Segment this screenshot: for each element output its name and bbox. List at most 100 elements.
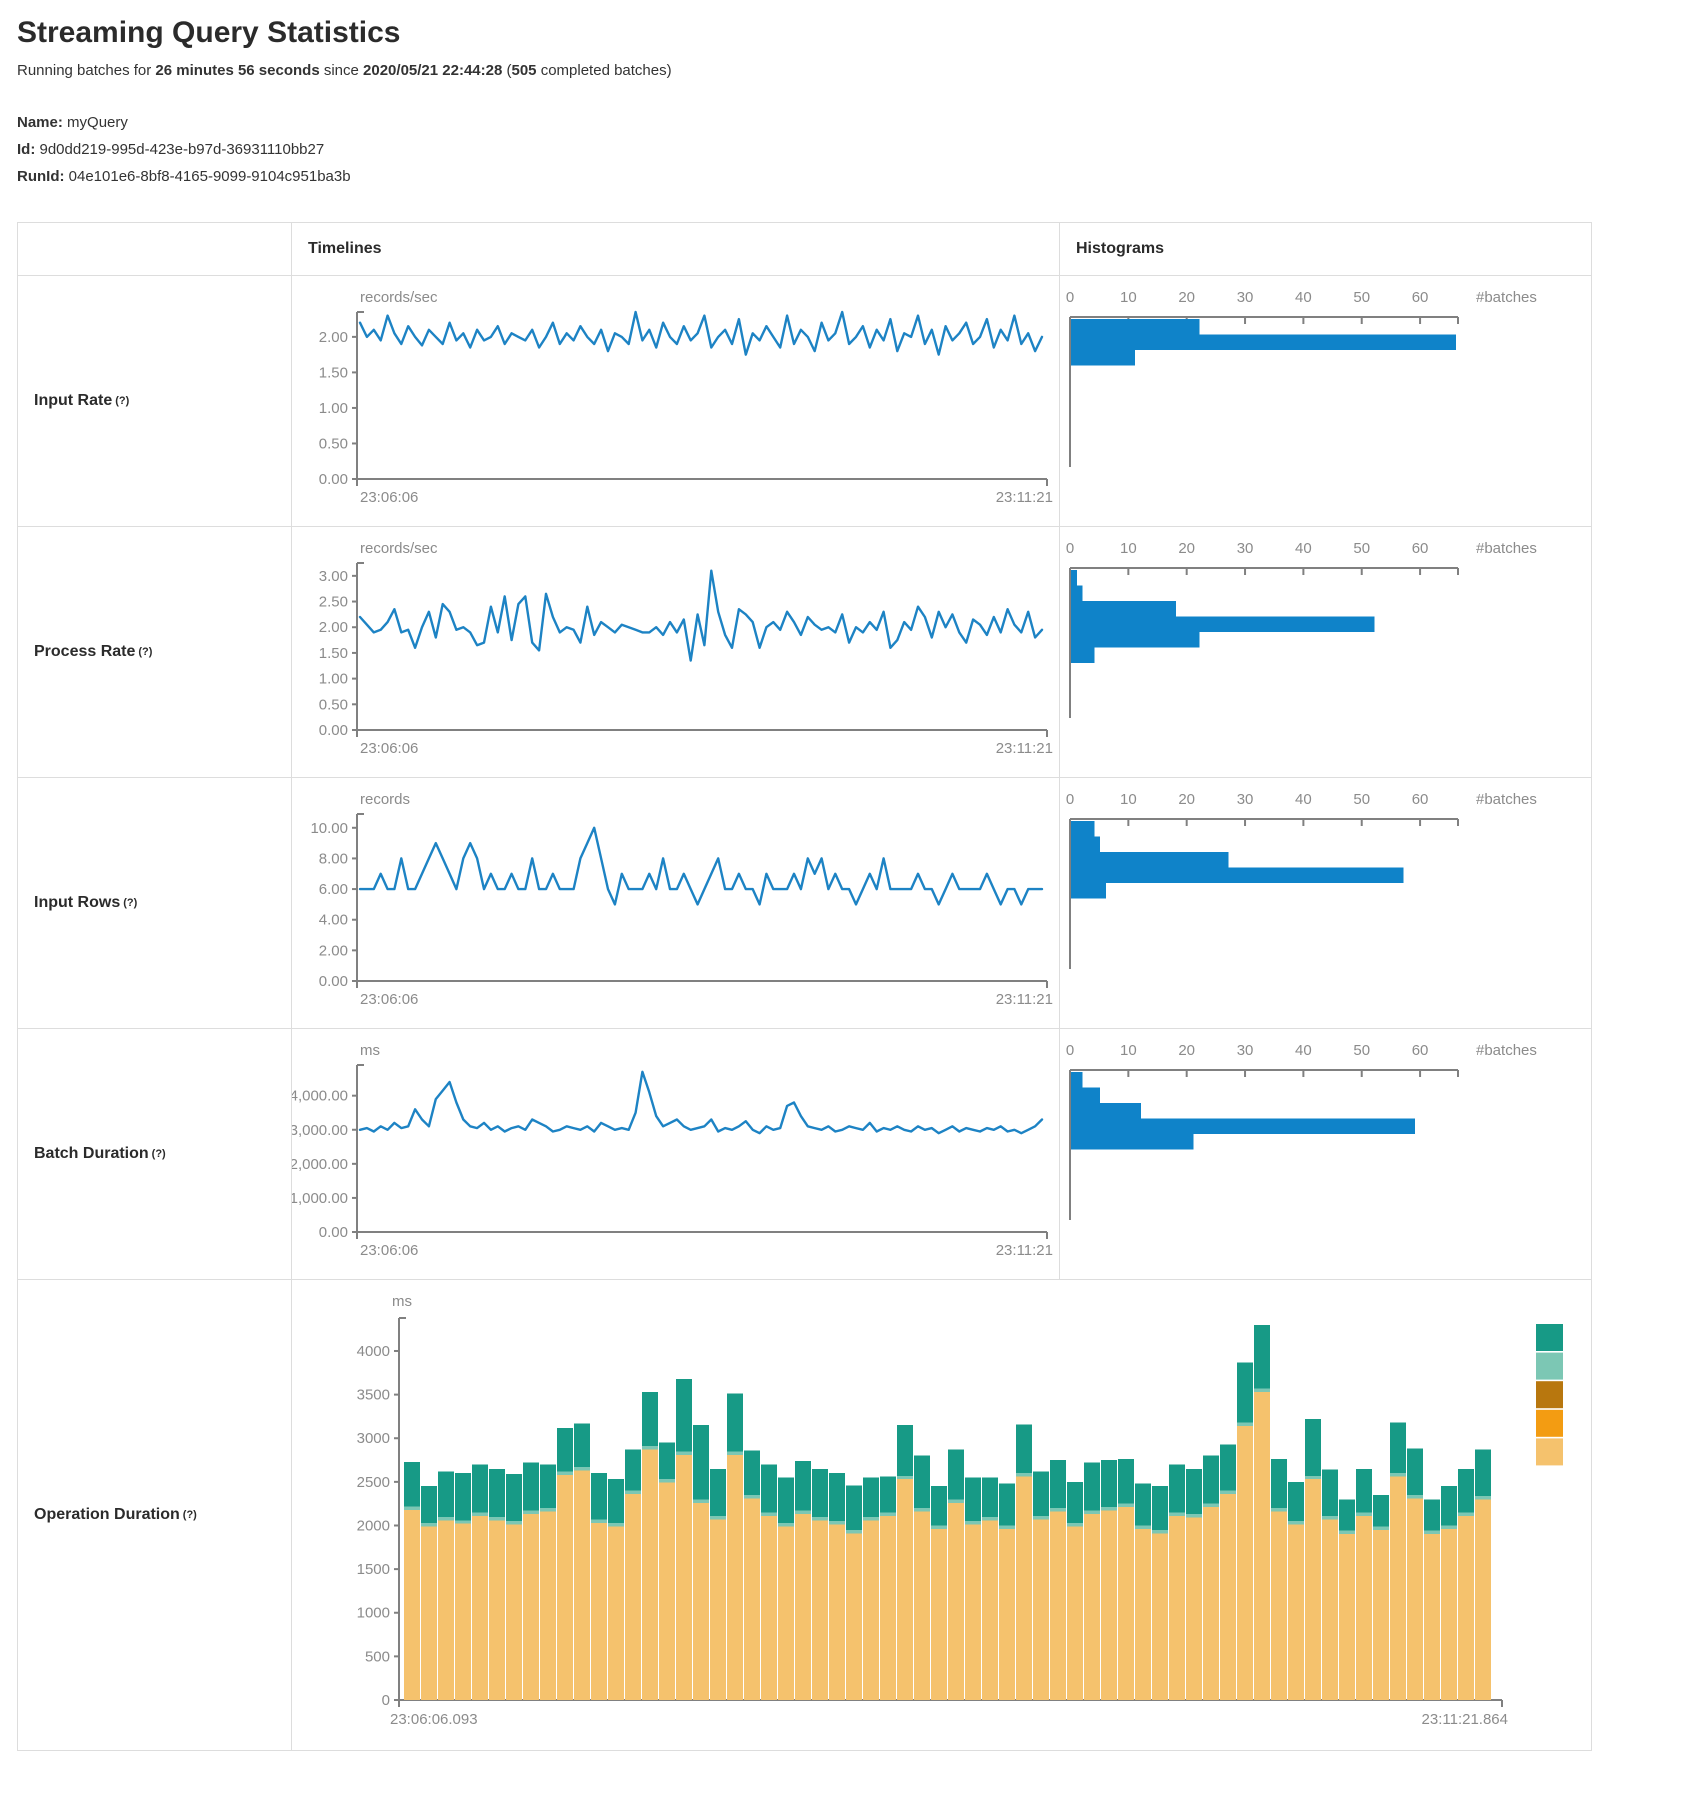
histogram-bar [1071, 632, 1199, 648]
query-id-row: Id: 9d0dd219-995d-423e-b97d-36931110bb27 [17, 136, 1676, 163]
y-tick-label: 8.00 [319, 850, 348, 867]
help-tooltip-marker[interactable]: (?) [123, 897, 137, 909]
stacked-bar-segment [1339, 1499, 1355, 1530]
stacked-bar-segment [863, 1517, 879, 1520]
stacked-bar-segment [404, 1506, 420, 1509]
stacked-bar-segment [1254, 1389, 1270, 1392]
legend-chip [1536, 1410, 1563, 1437]
stacked-bar-segment [642, 1392, 658, 1446]
help-tooltip-marker[interactable]: (?) [115, 395, 129, 407]
stacked-bar-segment [795, 1514, 811, 1700]
row-label: Input Rate [34, 392, 112, 410]
stacked-bar-segment [1084, 1511, 1100, 1514]
stacked-bar-segment [778, 1523, 794, 1526]
stacked-bar-segment [557, 1475, 573, 1700]
stacked-bar-segment [1101, 1507, 1117, 1510]
query-id: 9d0dd219-995d-423e-b97d-36931110bb27 [40, 141, 325, 158]
stacked-bar-segment [1373, 1495, 1389, 1526]
histogram-bar [1071, 883, 1106, 899]
stacked-bar-segment [506, 1525, 522, 1700]
stacked-bar-segment [1237, 1423, 1253, 1426]
x-end-label: 23:11:21 [996, 1242, 1053, 1259]
x-end-label: 23:11:21 [996, 489, 1053, 506]
histogram-bar [1071, 1072, 1083, 1088]
stacked-bar-segment [761, 1464, 777, 1512]
y-tick-label: 0.50 [319, 435, 348, 452]
stacked-bar-segment [999, 1529, 1015, 1700]
hist-tick-label: 50 [1353, 791, 1370, 808]
stacked-bar-segment [506, 1474, 522, 1521]
stacked-bar-segment [1203, 1456, 1219, 1504]
query-name-row: Name: myQuery [17, 109, 1676, 136]
stacked-bar-segment [880, 1512, 896, 1515]
x-start-label: 23:06:06 [360, 740, 418, 757]
x-end-label: 23:11:21 [996, 991, 1053, 1008]
stacked-bar-segment [948, 1450, 964, 1500]
stacked-bar-segment [863, 1478, 879, 1517]
metric-row-process-rate: Process Rate(?)records/sec3.002.502.001.… [18, 527, 1591, 778]
stacked-bar-segment [1407, 1495, 1423, 1498]
stacked-bar-segment [693, 1503, 709, 1700]
hist-tick-label: 10 [1120, 1042, 1137, 1059]
histogram-cell: 0102030405060#batches [1059, 276, 1593, 526]
stacked-bar-segment [421, 1523, 437, 1526]
stacked-bar-segment [1016, 1477, 1032, 1700]
histograms-column-header: Histograms [1059, 223, 1591, 275]
stacked-bar-segment [1458, 1512, 1474, 1515]
stacked-bar-segment [1356, 1469, 1372, 1513]
stacked-bar-segment [931, 1525, 947, 1528]
stacked-bar-segment [710, 1469, 726, 1516]
stacked-bar-segment [421, 1526, 437, 1700]
y-tick-label: 4,000.00 [292, 1088, 348, 1105]
paren-open: ( [502, 62, 511, 79]
help-tooltip-marker[interactable]: (?) [138, 646, 152, 658]
stacked-bar-segment [846, 1533, 862, 1700]
stacked-bar-segment [642, 1446, 658, 1449]
stacked-bar-segment [523, 1514, 539, 1700]
stacked-bar-segment [1424, 1534, 1440, 1700]
stacked-bar-segment [591, 1519, 607, 1522]
stacked-bar-segment [1050, 1512, 1066, 1700]
stacked-bar-segment [1186, 1518, 1202, 1700]
hist-tick-label: 10 [1120, 791, 1137, 808]
stacked-bar-segment [1067, 1482, 1083, 1523]
stacked-bar-segment [999, 1525, 1015, 1528]
stacked-bar-segment [591, 1523, 607, 1700]
stacked-bar-segment [1033, 1519, 1049, 1700]
stacked-bar-segment [982, 1517, 998, 1520]
stacked-bar-segment [1203, 1507, 1219, 1700]
stacked-bar-segment [693, 1425, 709, 1499]
stacked-bar-segment [727, 1455, 743, 1700]
runid-label: RunId: [17, 168, 64, 185]
legend-chip [1536, 1324, 1563, 1351]
stacked-bar-segment [574, 1423, 590, 1467]
hist-tick-label: 30 [1237, 289, 1254, 306]
stacked-bar-segment [778, 1478, 794, 1523]
stacked-bar-segment [1322, 1470, 1338, 1516]
stacked-bar-segment [438, 1517, 454, 1520]
stacked-bar-segment [1118, 1507, 1134, 1700]
stacked-bar-segment [727, 1394, 743, 1452]
stacked-bar-segment [1101, 1460, 1117, 1507]
help-tooltip-marker[interactable]: (?) [183, 1509, 197, 1521]
x-end-label: 23:11:21.864 [1422, 1711, 1508, 1728]
stacked-bar-segment [1288, 1482, 1304, 1521]
stacked-bar-segment [557, 1471, 573, 1474]
histogram-bar [1071, 852, 1229, 868]
stacked-bar-segment [914, 1512, 930, 1700]
stacked-bar-segment [1237, 1362, 1253, 1422]
stacked-bar-segment [574, 1471, 590, 1700]
row-label: Input Rows [34, 894, 120, 912]
stacked-bar-segment [608, 1523, 624, 1526]
hist-tick-label: 50 [1353, 540, 1370, 557]
stacked-bar-segment [880, 1516, 896, 1700]
histogram-bar [1071, 868, 1404, 884]
hist-tick-label: 60 [1412, 791, 1429, 808]
help-tooltip-marker[interactable]: (?) [152, 1148, 166, 1160]
y-tick-label: 2.00 [319, 619, 348, 636]
metric-row-batch-duration: Batch Duration(?)ms4,000.003,000.002,000… [18, 1029, 1591, 1280]
hist-tick-label: 0 [1066, 289, 1074, 306]
stacked-bar-segment [1050, 1460, 1066, 1508]
unit-label: records/sec [360, 289, 438, 306]
stacked-bar-segment [523, 1463, 539, 1511]
